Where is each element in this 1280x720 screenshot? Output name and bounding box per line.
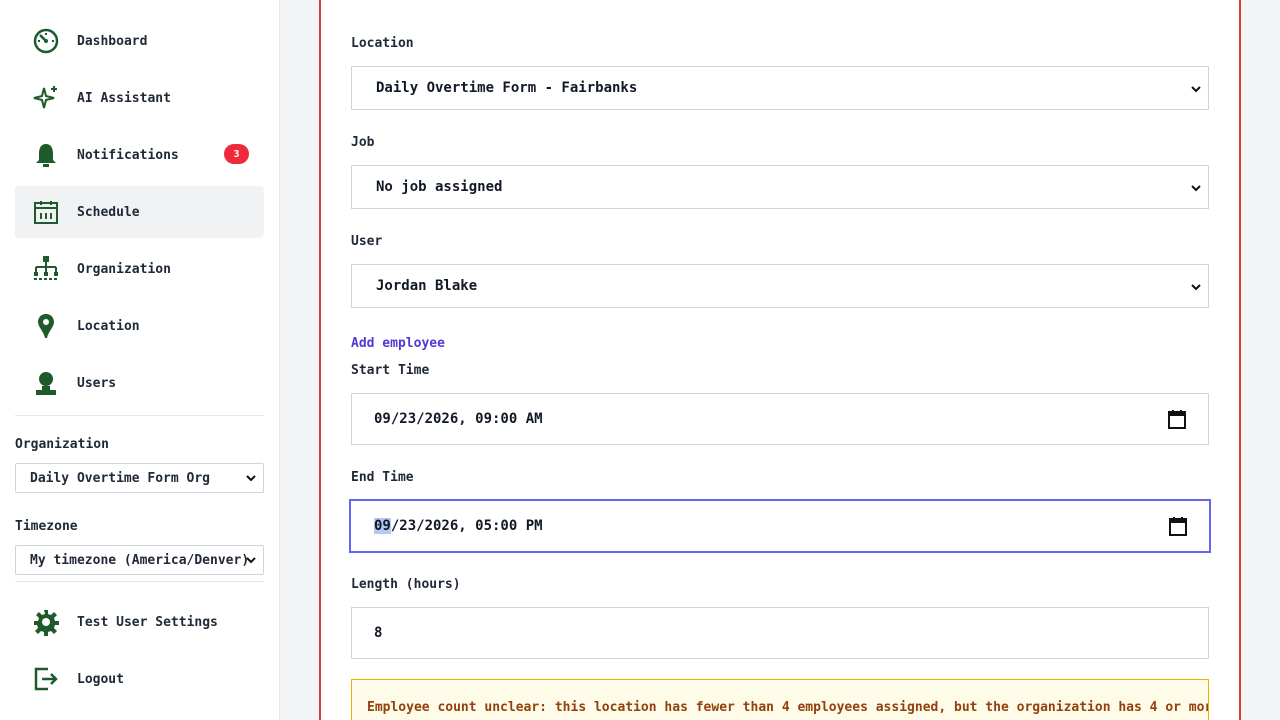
sidebar-item-users[interactable]: Users (15, 357, 264, 409)
notification-count-badge: 3 (224, 144, 249, 164)
sidebar-divider (15, 581, 264, 582)
calendar-icon[interactable] (1168, 409, 1186, 433)
map-pin-icon (31, 311, 61, 341)
sidebar-item-label: Logout (77, 671, 124, 687)
end-time-label: End Time (351, 470, 414, 485)
sidebar-item-label: Notifications (77, 147, 179, 163)
user-select[interactable]: Jordan Blake (351, 264, 1209, 308)
sidebar-item-schedule[interactable]: Schedule (15, 186, 264, 238)
sidebar-item-location[interactable]: Location (15, 300, 264, 352)
sidebar-divider (15, 415, 264, 416)
job-label: Job (351, 135, 375, 150)
end-time-input[interactable]: 09/23/2026, 05:00 PM (349, 499, 1211, 553)
user-label: User (351, 234, 383, 249)
sidebar-item-ai-assistant[interactable]: AI Assistant (15, 72, 264, 124)
timezone-label: Timezone (15, 519, 78, 534)
sidebar-item-label: Schedule (77, 204, 140, 220)
end-time-value: /23/2026, 05:00 PM (390, 518, 543, 534)
logout-icon (31, 664, 61, 694)
sidebar-item-label: Dashboard (77, 33, 148, 49)
job-select[interactable]: No job assigned (351, 165, 1209, 209)
start-time-input[interactable]: 09/23/2026, 09:00 AM (351, 393, 1209, 445)
sidebar-item-label: Users (77, 375, 117, 391)
chevron-down-icon (1190, 83, 1202, 99)
user-select-value: Jordan Blake (376, 278, 478, 294)
sparkle-icon (31, 83, 61, 113)
sidebar-item-organization[interactable]: Organization (15, 243, 264, 295)
timezone-select[interactable]: My timezone (America/Denver) (15, 545, 264, 575)
chevron-down-icon (1190, 281, 1202, 297)
job-select-value: No job assigned (376, 179, 503, 195)
end-time-month-segment[interactable]: 09 (374, 518, 391, 534)
sidebar-item-logout[interactable]: Logout (15, 653, 264, 705)
bell-icon (31, 140, 61, 170)
location-select[interactable]: Daily Overtime Form - Fairbanks (351, 66, 1209, 110)
sidebar-item-label: Test User Settings (77, 614, 218, 630)
organization-label: Organization (15, 437, 109, 452)
chevron-down-icon (245, 554, 257, 570)
start-time-value: 09/23/2026, 09:00 AM (374, 411, 543, 427)
chevron-down-icon (1190, 182, 1202, 198)
sidebar-item-notifications[interactable]: Notifications 3 (15, 129, 264, 181)
gear-icon (31, 607, 61, 637)
sidebar-item-dashboard[interactable]: Dashboard (15, 15, 264, 67)
length-input[interactable]: 8 (351, 607, 1209, 659)
add-employee-link[interactable]: Add employee (351, 336, 445, 351)
calendar-icon (31, 197, 61, 227)
sidebar-item-label: Organization (77, 261, 171, 277)
timezone-select-value: My timezone (America/Denver) (30, 552, 250, 568)
sidebar: Dashboard AI Assistant Notifications 3 S… (0, 0, 280, 720)
location-select-value: Daily Overtime Form - Fairbanks (376, 80, 638, 96)
sidebar-item-label: AI Assistant (77, 90, 171, 106)
length-value: 8 (374, 625, 383, 641)
user-icon (31, 368, 61, 398)
chevron-down-icon (245, 472, 257, 488)
length-label: Length (hours) (351, 577, 461, 592)
dashboard-icon (31, 26, 61, 56)
employee-count-warning: Employee count unclear: this location ha… (351, 679, 1209, 720)
start-time-label: Start Time (351, 363, 430, 378)
location-label: Location (351, 36, 414, 51)
sidebar-item-label: Location (77, 318, 140, 334)
org-chart-icon (31, 254, 61, 284)
calendar-icon[interactable] (1169, 516, 1187, 540)
organization-select-value: Daily Overtime Form Org (30, 470, 211, 486)
sidebar-item-settings[interactable]: Test User Settings (15, 596, 264, 648)
organization-select[interactable]: Daily Overtime Form Org (15, 463, 264, 493)
